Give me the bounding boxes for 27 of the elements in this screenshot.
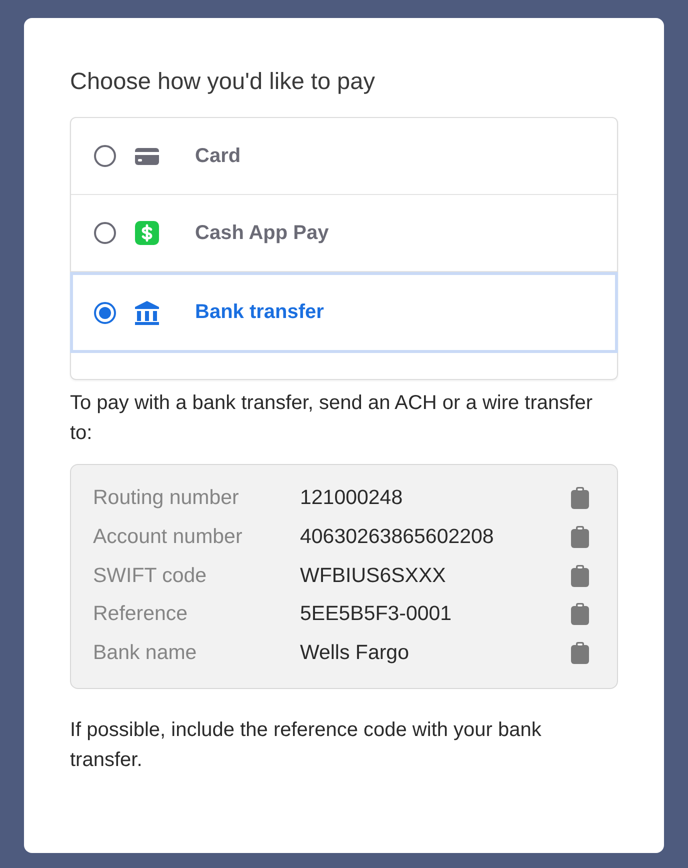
- detail-value: WFBIUS6SXXX: [300, 564, 447, 588]
- payment-option[interactable]: Card: [71, 118, 617, 195]
- detail-value: 5EE5B5F3-0001: [300, 602, 453, 626]
- radio-button[interactable]: [94, 222, 116, 244]
- detail-label: Bank name: [93, 641, 198, 666]
- detail-label: Routing number: [93, 486, 240, 510]
- instructions-text: To pay with a bank transfer, send an ACH or a wire transfer to:: [70, 391, 594, 446]
- detail-value: 121000248: [300, 486, 404, 510]
- detail-label: SWIFT code: [93, 564, 208, 588]
- radio-button[interactable]: [94, 302, 116, 324]
- dollar-icon: [135, 221, 159, 245]
- payment-option[interactable]: Cash App Pay: [71, 195, 617, 272]
- detail-value: Wells Fargo: [300, 641, 410, 666]
- bank-icon: [134, 300, 160, 326]
- clipboard-icon[interactable]: [571, 564, 589, 587]
- note-text: If possible, include the reference code with your bank transfer.: [70, 718, 542, 774]
- clipboard-icon[interactable]: [571, 487, 589, 510]
- clipboard-icon[interactable]: [571, 603, 589, 626]
- page-heading: Choose how you'd like to pay: [70, 68, 376, 95]
- clipboard-icon[interactable]: [571, 526, 589, 548]
- detail-value: 40630263865602208: [300, 525, 495, 550]
- credit-card-icon: [134, 146, 160, 166]
- clipboard-icon[interactable]: [571, 642, 589, 664]
- radio-button[interactable]: [94, 145, 116, 167]
- detail-label: Reference: [93, 602, 189, 626]
- payment-option[interactable]: Bank transfer: [70, 272, 618, 353]
- detail-label: Account number: [93, 525, 244, 550]
